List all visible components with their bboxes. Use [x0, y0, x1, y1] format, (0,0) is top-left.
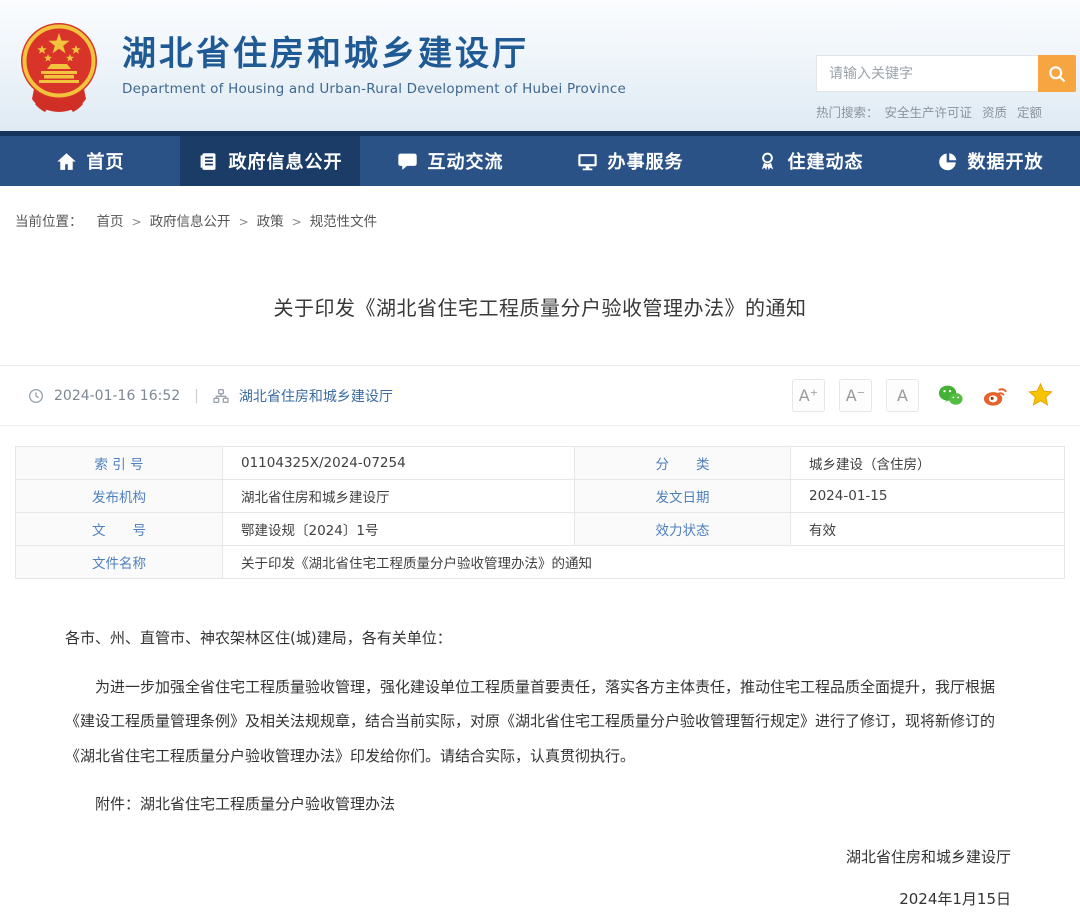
- pie-chart-icon: [937, 151, 958, 172]
- font-increase-button[interactable]: A⁺: [792, 379, 825, 412]
- info-value-validity-status: 有效: [791, 513, 1065, 546]
- search-icon: [1047, 64, 1067, 84]
- organization-icon: [213, 388, 229, 404]
- document-body: 各市、州、直管市、神农架林区住(城)建局，各有关单位： 为进一步加强全省住宅工程…: [65, 621, 1015, 920]
- hot-search-link[interactable]: 安全生产许可证: [885, 105, 973, 120]
- document-icon: [198, 151, 219, 172]
- nav-item-interaction[interactable]: 互动交流: [360, 136, 540, 186]
- document-info-table: 索 引 号 01104325X/2024-07254 分 类 城乡建设（含住房）…: [15, 446, 1065, 579]
- wechat-icon[interactable]: [937, 382, 964, 409]
- nav-item-open-data[interactable]: 数据开放: [900, 136, 1080, 186]
- site-subtitle: Department of Housing and Urban-Rural De…: [122, 80, 626, 97]
- article-title: 关于印发《湖北省住宅工程质量分户验收管理办法》的通知: [273, 296, 807, 320]
- breadcrumb: 当前位置： 首页 > 政府信息公开 > 政策 > 规范性文件: [0, 186, 1080, 230]
- site-header: 湖北省住房和城乡建设厅 Department of Housing and Ur…: [0, 0, 1080, 131]
- nav-item-gov-info[interactable]: 政府信息公开: [180, 136, 360, 186]
- breadcrumb-link-gov-info[interactable]: 政府信息公开: [150, 214, 231, 230]
- meta-separator: |: [194, 387, 199, 404]
- publish-datetime: 2024-01-16 16:52: [54, 387, 181, 404]
- info-label-doc-title: 文件名称: [16, 546, 223, 579]
- info-value-category: 城乡建设（含住房）: [791, 447, 1065, 480]
- nav-item-label: 首页: [86, 152, 125, 173]
- info-label-category: 分 类: [575, 447, 791, 480]
- info-label-issue-date: 发文日期: [575, 480, 791, 513]
- breadcrumb-separator: >: [131, 215, 142, 229]
- info-value-issuing-agency: 湖北省住房和城乡建设厅: [223, 480, 575, 513]
- badge-icon: [757, 151, 778, 172]
- body-paragraph: 为进一步加强全省住宅工程质量验收管理，强化建设单位工程质量首要责任，落实各方主体…: [65, 677, 996, 765]
- search-button[interactable]: [1038, 55, 1076, 92]
- search-zone: 热门搜索： 安全生产许可证资质定额: [816, 55, 1078, 121]
- signature-block: 湖北省住房和城乡建设厅 2024年1月15日: [65, 836, 1015, 920]
- info-value-index-number: 01104325X/2024-07254: [223, 447, 575, 480]
- breadcrumb-separator: >: [238, 215, 249, 229]
- signature-date: 2024年1月15日: [899, 889, 1011, 908]
- nav-item-label: 办事服务: [607, 152, 684, 173]
- info-value-doc-title: 关于印发《湖北省住宅工程质量分户验收管理办法》的通知: [223, 546, 1065, 579]
- main-nav: 首页 政府信息公开 互动交流 办事服务 住建动态 数据开放: [0, 136, 1080, 186]
- article-meta-bar: 2024-01-16 16:52 | 湖北省住房和城乡建设厅 A⁺ A⁻ A: [0, 365, 1080, 426]
- source-link[interactable]: 湖北省住房和城乡建设厅: [239, 386, 393, 406]
- info-label-index-number: 索 引 号: [16, 447, 223, 480]
- attachment-line: 附件：湖北省住宅工程质量分户验收管理办法: [95, 795, 396, 813]
- info-label-issuing-agency: 发布机构: [16, 480, 223, 513]
- hot-search-bar: 热门搜索： 安全生产许可证 资质 定额: [816, 102, 1078, 121]
- site-title: 湖北省住房和城乡建设厅: [122, 34, 529, 75]
- hot-search-link[interactable]: 资质: [982, 105, 1007, 120]
- nav-item-label: 住建动态: [787, 152, 864, 173]
- chat-bubble-icon: [397, 151, 418, 172]
- signature-agency: 湖北省住房和城乡建设厅: [845, 847, 1011, 866]
- breadcrumb-label: 当前位置：: [15, 214, 83, 230]
- masthead: 湖北省住房和城乡建设厅 Department of Housing and Ur…: [122, 34, 626, 97]
- nav-item-label: 政府信息公开: [228, 152, 343, 173]
- nav-item-news[interactable]: 住建动态: [720, 136, 900, 186]
- favorite-star-icon[interactable]: [1027, 382, 1054, 409]
- hot-search-label: 热门搜索：: [816, 105, 879, 120]
- info-label-validity-status: 效力状态: [575, 513, 791, 546]
- breadcrumb-link-normative-docs[interactable]: 规范性文件: [310, 214, 378, 230]
- nav-item-label: 互动交流: [427, 152, 504, 173]
- clock-icon: [28, 388, 44, 404]
- nav-item-services[interactable]: 办事服务: [540, 136, 720, 186]
- info-label-doc-number: 文 号: [16, 513, 223, 546]
- weibo-icon[interactable]: [982, 382, 1009, 409]
- home-icon: [56, 151, 77, 172]
- national-emblem-logo: [18, 21, 100, 113]
- info-value-doc-number: 鄂建设规〔2024〕1号: [223, 513, 575, 546]
- nav-item-label: 数据开放: [967, 152, 1044, 173]
- salutation: 各市、州、直管市、神农架林区住(城)建局，各有关单位：: [65, 629, 452, 647]
- font-reset-button[interactable]: A: [886, 379, 919, 412]
- info-value-issue-date: 2024-01-15: [791, 480, 1065, 513]
- nav-item-home[interactable]: 首页: [0, 136, 180, 186]
- font-decrease-button[interactable]: A⁻: [839, 379, 872, 412]
- breadcrumb-link-policy[interactable]: 政策: [257, 214, 284, 230]
- search-input[interactable]: [816, 55, 1038, 92]
- monitor-icon: [577, 151, 598, 172]
- breadcrumb-separator: >: [291, 215, 302, 229]
- breadcrumb-link-home[interactable]: 首页: [97, 214, 124, 230]
- hot-search-link[interactable]: 定额: [1017, 105, 1042, 120]
